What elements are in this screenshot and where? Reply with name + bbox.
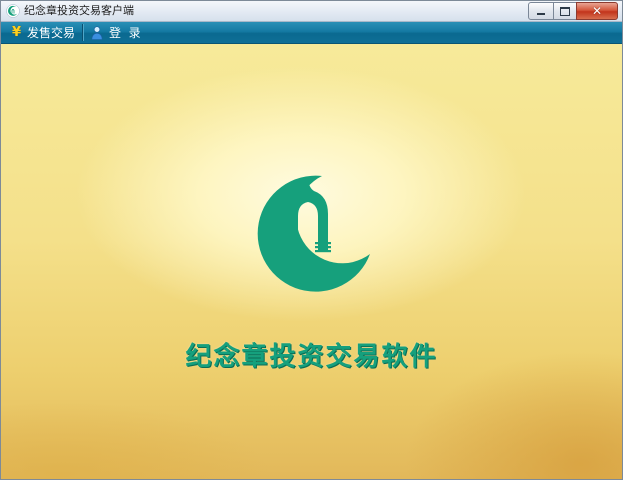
toolbar-item-label: 发售交易 bbox=[27, 26, 76, 40]
window-controls: ✕ bbox=[528, 2, 618, 20]
user-icon bbox=[91, 25, 103, 40]
toolbar: ¥ 发售交易 登 录 bbox=[1, 22, 622, 44]
toolbar-item-login[interactable]: 登 录 bbox=[91, 22, 141, 43]
toolbar-divider bbox=[82, 24, 84, 41]
toolbar-item-label: 登 录 bbox=[109, 26, 141, 40]
minimize-icon bbox=[537, 12, 545, 15]
yen-icon: ¥ bbox=[12, 25, 22, 40]
main-content: 纪念章投资交易软件 bbox=[1, 44, 622, 479]
close-icon: ✕ bbox=[591, 4, 603, 18]
close-button[interactable]: ✕ bbox=[576, 2, 618, 20]
window-title: 纪念章投资交易客户端 bbox=[24, 4, 134, 17]
toolbar-item-sell-trade[interactable]: ¥ 发售交易 bbox=[12, 22, 75, 43]
minimize-button[interactable] bbox=[528, 2, 554, 20]
maximize-button[interactable] bbox=[553, 2, 577, 20]
maximize-icon bbox=[560, 6, 570, 16]
crescent-arch-logo bbox=[257, 175, 370, 292]
app-logo-icon bbox=[6, 4, 20, 18]
app-name-heading: 纪念章投资交易软件 bbox=[185, 342, 438, 372]
app-window: 纪念章投资交易客户端 ✕ ¥ 发售交易 登 录 纪念章投资交易软件 bbox=[0, 0, 623, 480]
title-bar[interactable]: 纪念章投资交易客户端 ✕ bbox=[1, 1, 622, 22]
